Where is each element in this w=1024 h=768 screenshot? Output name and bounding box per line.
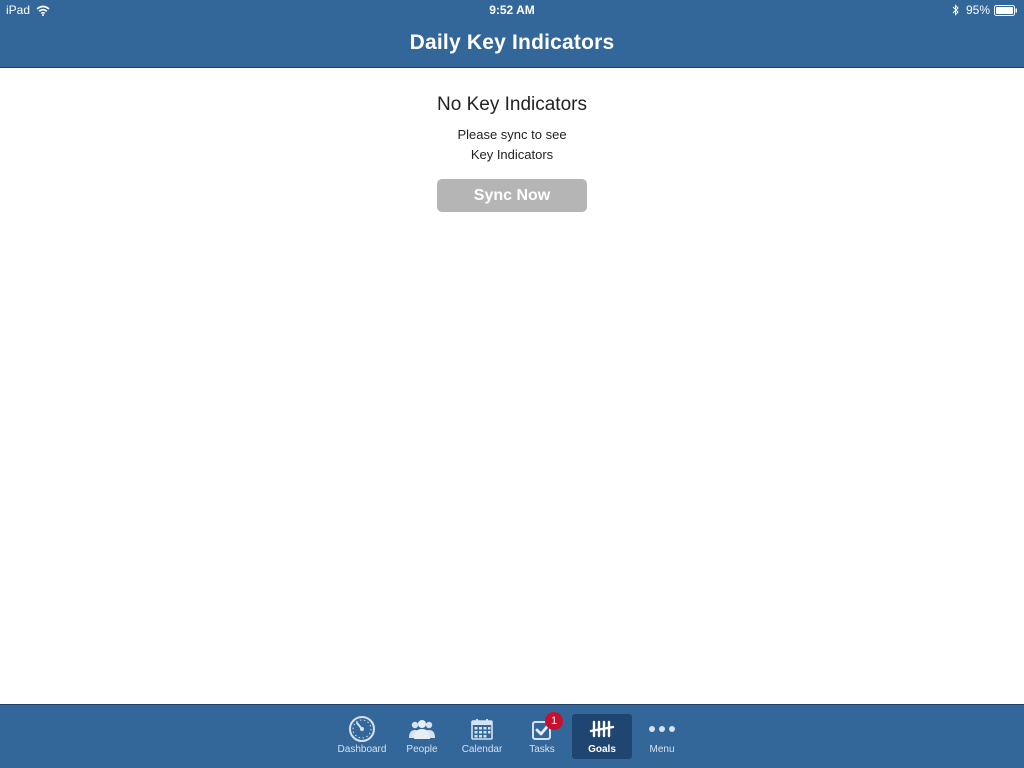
empty-state-message: Please sync to see Key Indicators (0, 125, 1024, 165)
status-right: 95% (952, 3, 1018, 17)
tab-label: Menu (649, 744, 675, 755)
empty-state-message-line1: Please sync to see (457, 127, 567, 142)
task-count-badge: 1 (545, 712, 563, 730)
tab-label: Tasks (529, 744, 555, 755)
tab-label: Dashboard (337, 744, 387, 755)
tally-icon (587, 716, 617, 742)
tab-people[interactable]: People (392, 714, 452, 759)
gauge-icon (347, 716, 377, 742)
battery-percent: 95% (965, 3, 990, 17)
tab-label: Calendar (461, 744, 503, 755)
tab-goals[interactable]: Goals (572, 714, 632, 759)
empty-state-message-line2: Key Indicators (470, 147, 554, 162)
status-bar: iPad 9:52 AM 95% (0, 0, 1024, 20)
page-title: Daily Key Indicators (409, 31, 615, 54)
battery-icon (994, 4, 1018, 16)
empty-state: No Key Indicators Please sync to see Key… (0, 92, 1024, 212)
tab-list: Dashboard People Calendar Tasks 1 Goals … (332, 712, 692, 759)
tab-tasks[interactable]: Tasks 1 (512, 712, 572, 759)
tab-label: Goals (588, 744, 616, 755)
status-time: 9:52 AM (489, 3, 535, 17)
bluetooth-icon (952, 4, 960, 16)
tab-dashboard[interactable]: Dashboard (332, 714, 392, 759)
tab-bar: Dashboard People Calendar Tasks 1 Goals … (0, 704, 1024, 768)
sync-now-button[interactable]: Sync Now (437, 179, 587, 212)
navigation-header: iPad 9:52 AM 95% Daily Key Indicators (0, 0, 1024, 68)
empty-state-title: No Key Indicators (437, 94, 587, 115)
tab-calendar[interactable]: Calendar (452, 714, 512, 759)
tab-menu[interactable]: Menu (632, 714, 692, 759)
calendar-icon (467, 716, 497, 742)
more-dots-icon (647, 716, 677, 742)
people-icon (407, 716, 437, 742)
app-screen: iPad 9:52 AM 95% Daily Key Indicators No… (0, 0, 1024, 768)
tab-label: People (406, 744, 438, 755)
